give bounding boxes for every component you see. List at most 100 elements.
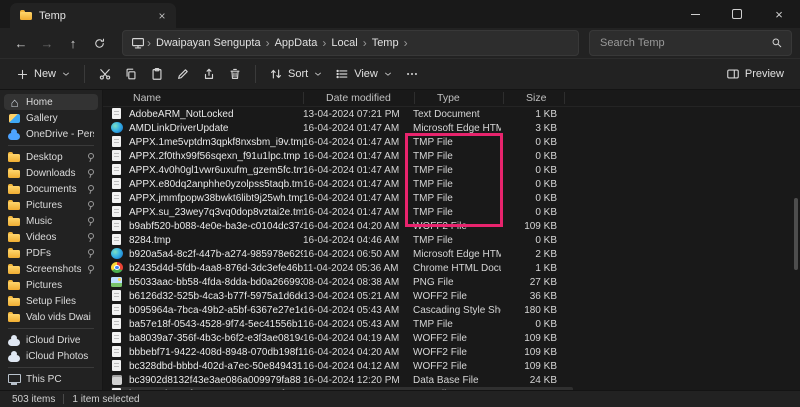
view-button[interactable]: View [329,63,399,85]
column-headers: Name Date modified Type Size [103,90,800,107]
file-row[interactable]: 8284.tmp16-04-2024 04:46 AMTMP File0 KB [111,233,573,247]
sidebar-item-this-pc[interactable]: This PC [4,371,98,387]
sidebar-item-desktop[interactable]: Desktop [4,149,98,165]
file-row[interactable]: b9abf520-b088-4e0e-ba3e-c0104dc3749d.tmp… [111,219,573,233]
sidebar-item-setup-files[interactable]: Setup Files [4,293,98,309]
tab-close-icon[interactable]: × [154,8,170,24]
sidebar-item-icloud-photos[interactable]: iCloud Photos [4,348,98,364]
column-header-type[interactable]: Type [415,92,504,104]
sidebar-item-home[interactable]: ⌂Home [4,94,98,110]
sidebar-item-pictures[interactable]: Pictures [4,277,98,293]
file-row[interactable]: bc3902d8132f43e3ae086a009979fa8816-04-20… [111,373,573,387]
file-size: 3 KB [501,123,567,134]
paste-button[interactable] [144,63,170,85]
pc-icon [8,373,21,386]
share-button[interactable] [196,63,222,85]
breadcrumb-chevron-icon[interactable]: › [264,36,272,50]
column-header-date-modified[interactable]: Date modified [304,92,415,104]
file-name: APPX.2f0thx99f56sqexn_f91u1lpc.tmp [129,151,300,162]
file-size: 2 KB [501,249,567,260]
search-input[interactable] [598,36,765,50]
file-type: TMP File [413,319,501,330]
new-button[interactable]: New [10,64,77,85]
breadcrumb-chevron-icon[interactable]: › [402,36,410,50]
file-name-cell: ba57e18f-0543-4528-9f74-5ec41556b1b2.tmp [111,318,303,330]
sidebar-item-label: iCloud Photos [26,351,94,362]
close-button[interactable]: × [758,0,800,28]
delete-button[interactable] [222,63,248,85]
folder-icon [8,311,21,324]
file-row[interactable]: b6126d32-525b-4ca3-b77f-5975a1d6de7d.tm.… [111,289,573,303]
rename-button[interactable] [170,63,196,85]
scrollbar-thumb[interactable] [794,198,798,270]
preview-button[interactable]: Preview [720,63,790,85]
refresh-button[interactable] [86,31,112,55]
file-row[interactable]: b2435d4d-5fdb-4aa8-876d-3dc3efe46be9.tmp… [111,261,573,275]
sidebar-item-valo-vids-dwai[interactable]: Valo vids Dwai [4,309,98,325]
file-date-modified: 16-04-2024 04:19 AM [303,333,413,344]
explorer-tab[interactable]: Temp × [10,3,176,28]
file-row[interactable]: bc328dbd-bbbd-402d-a7ec-50e8494314dc.tm.… [111,359,573,373]
ses-file-icon [111,388,123,390]
file-row[interactable]: APPX.su_23wey7q3vq0dop8vztai2e.tmp16-04-… [111,205,573,219]
file-name-cell: APPX.2f0thx99f56sqexn_f91u1lpc.tmp [111,150,303,162]
sidebar-item-pdfs[interactable]: PDFs [4,245,98,261]
breadcrumb-segment[interactable]: Local [328,37,360,49]
minimize-button[interactable] [674,0,716,28]
titlebar: Temp × × [0,0,800,28]
address-bar[interactable]: › Dwaipayan Sengupta›AppData›Local›Temp› [122,30,579,56]
file-row[interactable]: APPX.1me5vptdm3qpkf8nxsbm_i9v.tmp16-04-2… [111,135,573,149]
breadcrumb-segment[interactable]: Temp [369,37,402,49]
column-header-name[interactable]: Name [111,92,304,104]
up-button[interactable]: ↑ [60,31,86,55]
sidebar-item-downloads[interactable]: Downloads [4,165,98,181]
file-size: 109 KB [501,221,567,232]
vertical-scrollbar[interactable] [794,110,798,373]
breadcrumb-segment[interactable]: Dwaipayan Sengupta [153,37,264,49]
file-row[interactable]: bbbebf71-9422-408d-8948-070db198f1c9.tm.… [111,345,573,359]
column-header-size[interactable]: Size [504,92,565,104]
file-row[interactable]: APPX.jmmfpopw38bwkt6libt9j25wh.tmp16-04-… [111,191,573,205]
file-row[interactable]: APPX.2f0thx99f56sqexn_f91u1lpc.tmp16-04-… [111,149,573,163]
paste-icon [150,67,164,81]
woff2-file-icon [111,220,123,232]
cut-button[interactable] [92,63,118,85]
sidebar-item-documents[interactable]: Documents [4,181,98,197]
search-box[interactable] [589,30,792,56]
sidebar-item-music[interactable]: Music [4,213,98,229]
maximize-button[interactable] [716,0,758,28]
file-row[interactable]: bc3902d8132f43e3ae086a009979fa88.db.ses.… [111,387,573,390]
breadcrumb-segment[interactable]: AppData [272,37,321,49]
file-row[interactable]: b5033aac-bb58-4fda-8dda-bd0a2669932f.tmp… [111,275,573,289]
breadcrumb-chevron-icon[interactable]: › [320,36,328,50]
file-row[interactable]: APPX.e80dq2anphhe0yzolpss5taqb.tmp16-04-… [111,177,573,191]
sidebar-item-gallery[interactable]: Gallery [4,110,98,126]
sidebar-item-icloud-drive[interactable]: iCloud Drive [4,332,98,348]
file-row[interactable]: ba8039a7-356f-4b3c-b6f2-e3f3ae081944.tmp… [111,331,573,345]
file-row[interactable]: b095964a-7bca-49b2-a5bf-6367e27e1e79.tmp… [111,303,573,317]
back-button[interactable]: ← [8,31,34,55]
pin-icon [86,185,94,194]
file-date-modified: 16-04-2024 01:47 AM [303,137,413,148]
file-date-modified: 12-04-2024 10:48 PM [303,389,413,391]
sidebar-item-videos[interactable]: Videos [4,229,98,245]
file-row[interactable]: AMDLinkDriverUpdate16-04-2024 01:47 AMMi… [111,121,573,135]
sidebar-item-screenshots[interactable]: Screenshots [4,261,98,277]
copy-button[interactable] [118,63,144,85]
sort-button[interactable]: Sort [263,63,329,85]
tmp-file-icon [111,206,123,218]
file-row[interactable]: APPX.4v0h0gl1vwr6uxufm_gzem5fc.tmp16-04-… [111,163,573,177]
more-options-button[interactable] [399,63,425,85]
forward-button[interactable]: → [34,31,60,55]
file-type: WOFF2 File [413,361,501,372]
sidebar-item-pictures[interactable]: Pictures [4,197,98,213]
sidebar-item-label: Gallery [26,113,94,124]
file-row[interactable]: b920a5a4-8c2f-447b-a274-985978e6298f.tmp… [111,247,573,261]
pin-icon [86,233,94,242]
file-row[interactable]: ba57e18f-0543-4528-9f74-5ec41556b1b2.tmp… [111,317,573,331]
sidebar-item-onedrive-personal[interactable]: OneDrive - Personal [4,126,98,142]
file-name: APPX.4v0h0gl1vwr6uxufm_gzem5fc.tmp [129,165,303,176]
breadcrumb-chevron-icon[interactable]: › [361,36,369,50]
file-row[interactable]: AdobeARM_NotLocked13-04-2024 07:21 PMTex… [111,107,573,121]
file-size: 1 KB [501,109,567,120]
